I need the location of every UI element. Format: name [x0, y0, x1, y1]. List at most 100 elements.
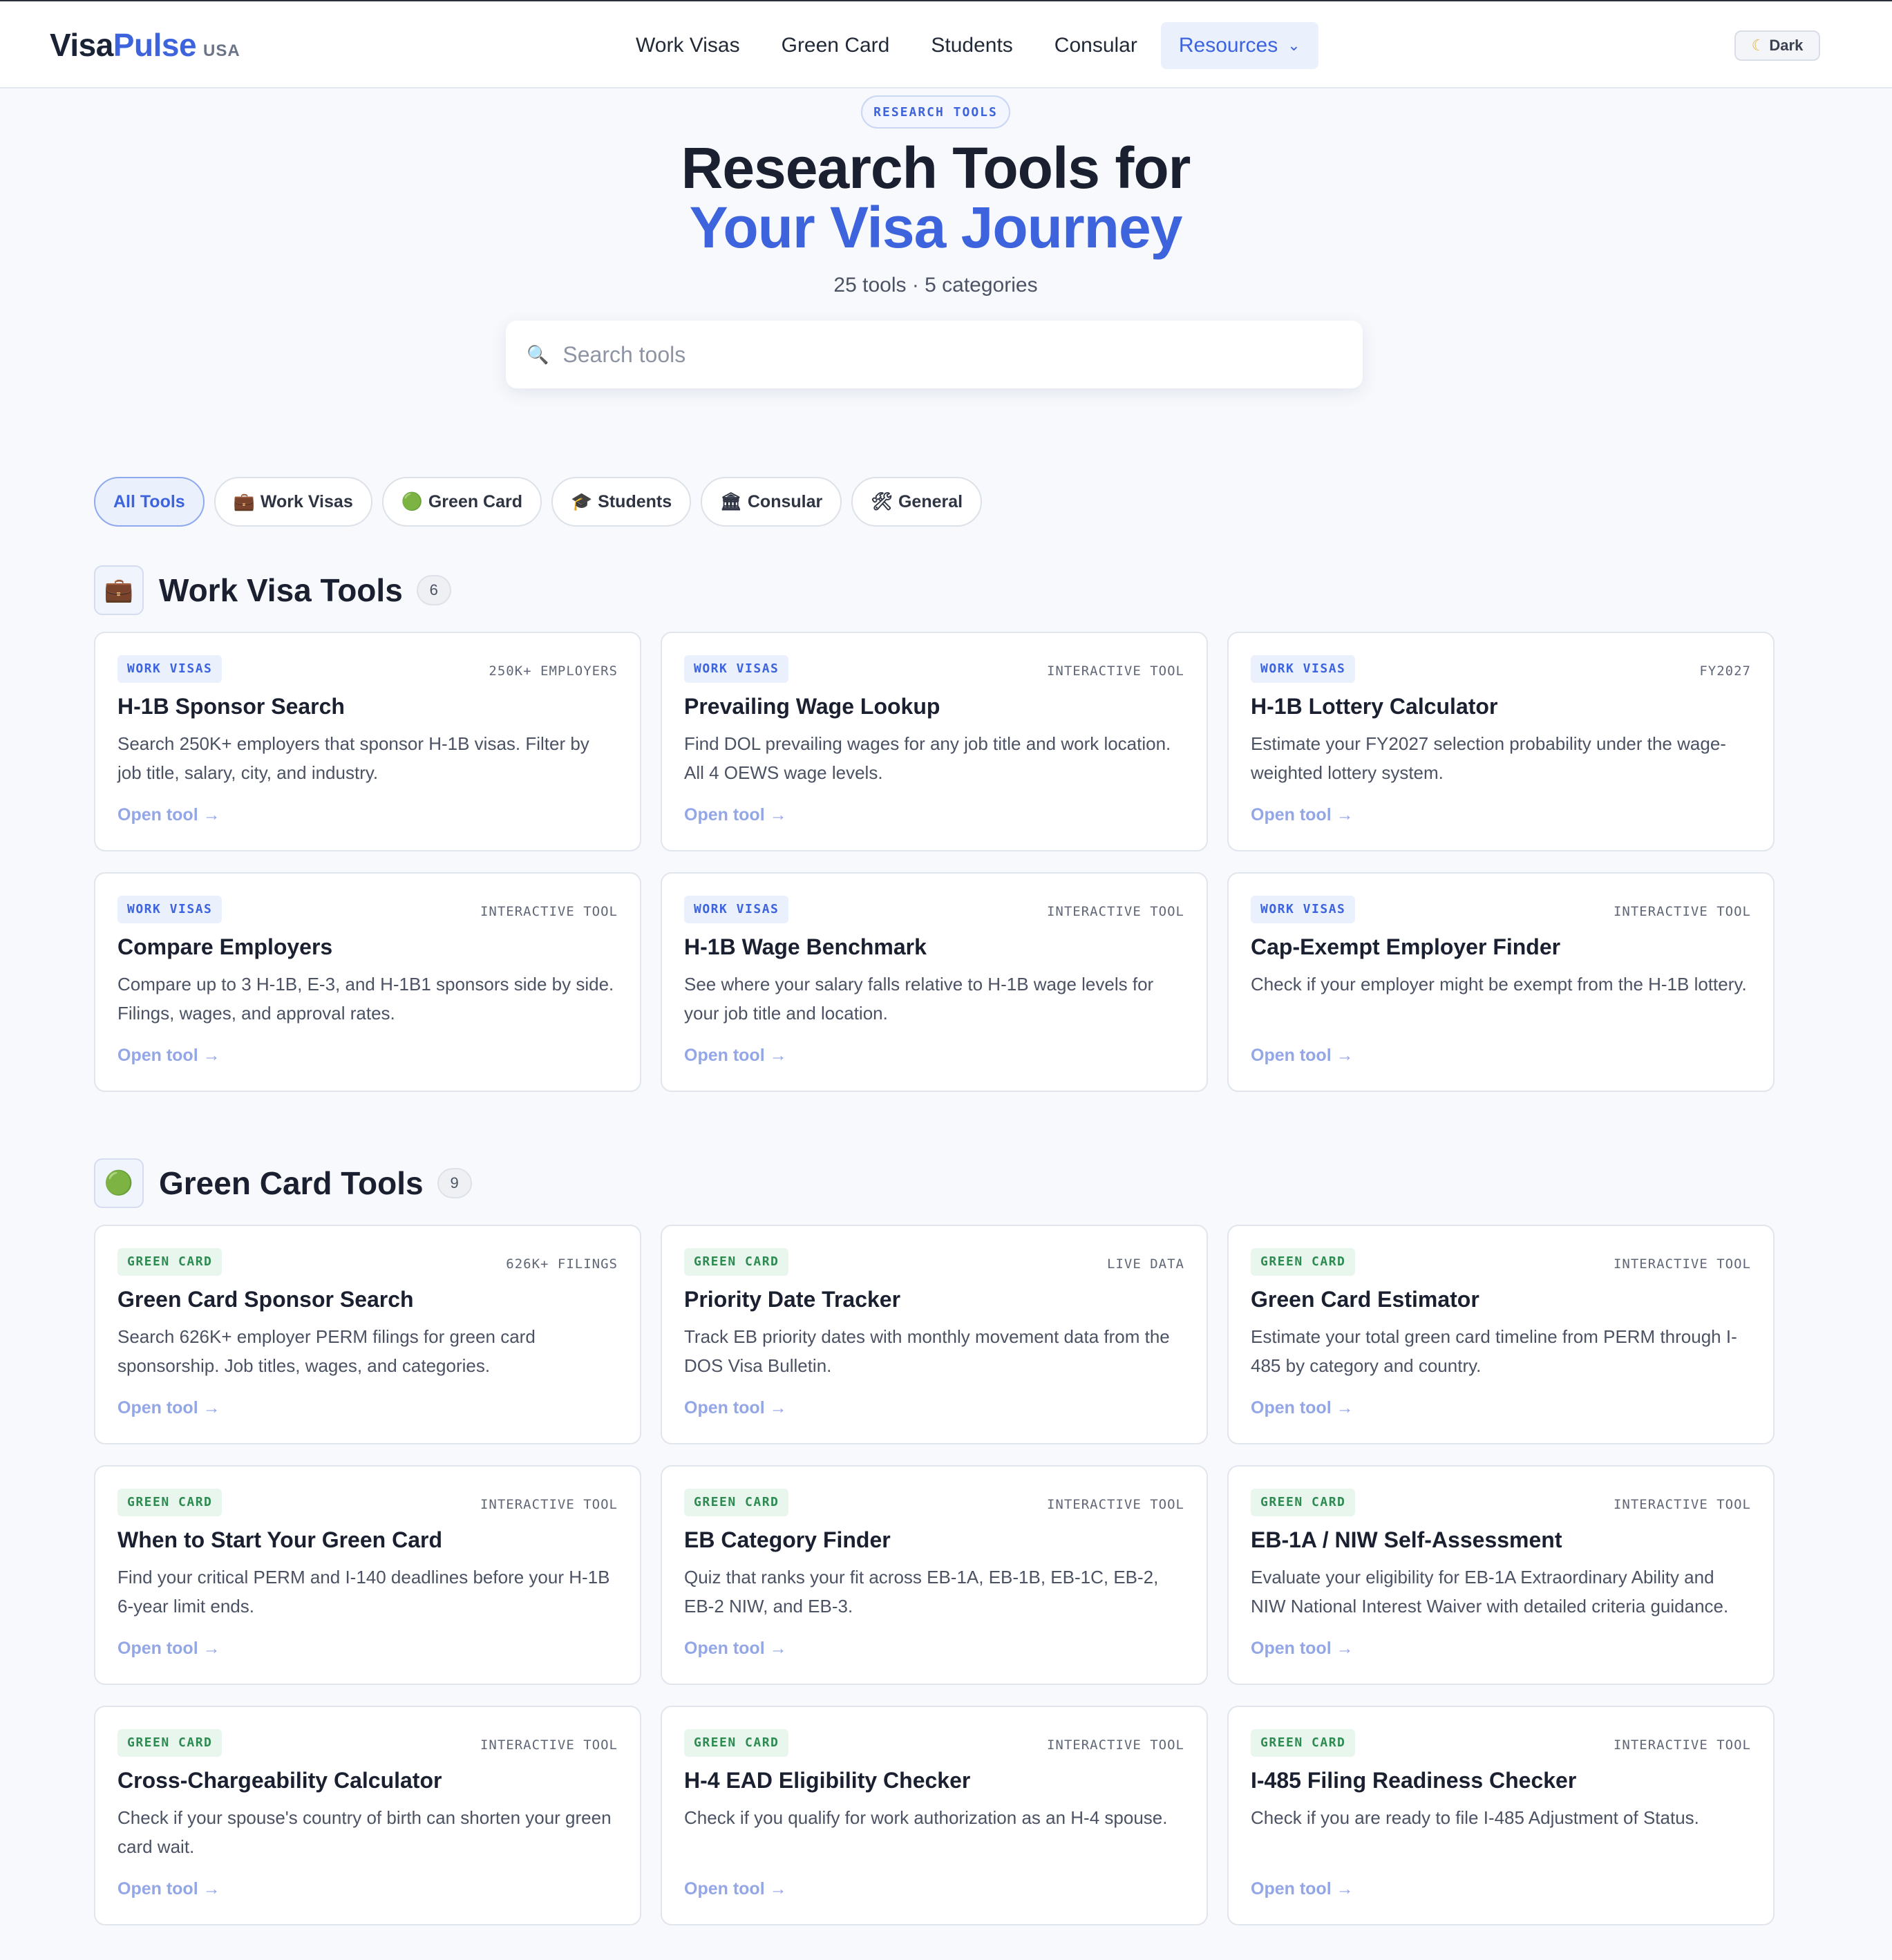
card-title: EB Category Finder: [684, 1527, 891, 1552]
dark-mode-toggle[interactable]: ☾ Dark: [1734, 30, 1820, 61]
card-title: Priority Date Tracker: [684, 1287, 901, 1312]
card-title: H-1B Sponsor Search: [117, 694, 345, 719]
card-meta: INTERACTIVE TOOL: [480, 1737, 618, 1753]
category-tag: GREEN CARD: [1251, 1489, 1356, 1516]
category-tag: GREEN CARD: [684, 1729, 789, 1757]
work-visa-tools-grid: WORK VISAS 250K+ EMPLOYERS H-1B Sponsor …: [94, 632, 1775, 1092]
tool-card[interactable]: GREEN CARD INTERACTIVE TOOL EB Category …: [661, 1465, 1208, 1685]
page-title-line2: Your Visa Journey: [689, 195, 1183, 260]
category-tag: GREEN CARD: [684, 1248, 789, 1276]
category-tag: GREEN CARD: [1251, 1729, 1356, 1757]
card-title: Green Card Estimator: [1251, 1287, 1479, 1312]
card-meta: INTERACTIVE TOOL: [1613, 1256, 1751, 1272]
tool-card[interactable]: WORK VISAS INTERACTIVE TOOL Cap-Exempt E…: [1227, 872, 1775, 1092]
green-card-tools-grid: GREEN CARD 626K+ FILINGS Green Card Spon…: [94, 1225, 1775, 1925]
card-meta: LIVE DATA: [1107, 1256, 1184, 1272]
card-title: Cap-Exempt Employer Finder: [1251, 934, 1561, 959]
section-title: Work Visa Tools: [159, 572, 403, 608]
tool-card[interactable]: WORK VISAS INTERACTIVE TOOL Prevailing W…: [661, 632, 1208, 851]
open-tool-link[interactable]: Open tool →: [117, 1046, 220, 1066]
filter-work-visas[interactable]: 💼 Work Visas: [214, 477, 372, 527]
category-tag: WORK VISAS: [684, 655, 789, 683]
nav-resources-label: Resources: [1178, 34, 1278, 57]
tool-card[interactable]: GREEN CARD INTERACTIVE TOOL Cross-Charge…: [94, 1706, 641, 1925]
card-description: Compare up to 3 H-1B, E-3, and H-1B1 spo…: [117, 974, 614, 1024]
card-description: Check if you qualify for work authorizat…: [684, 1807, 1168, 1828]
category-tag: GREEN CARD: [117, 1729, 223, 1757]
card-meta: INTERACTIVE TOOL: [1613, 1497, 1751, 1512]
tool-card[interactable]: WORK VISAS 250K+ EMPLOYERS H-1B Sponsor …: [94, 632, 641, 851]
search-input[interactable]: [562, 341, 1323, 368]
nav-consular[interactable]: Consular: [1054, 22, 1137, 69]
open-tool-link[interactable]: Open tool →: [1251, 1879, 1354, 1899]
nav-students[interactable]: Students: [931, 22, 1012, 69]
open-tool-link[interactable]: Open tool →: [117, 1398, 220, 1418]
open-tool-link[interactable]: Open tool →: [1251, 1639, 1354, 1659]
card-title: H-1B Lottery Calculator: [1251, 694, 1498, 719]
card-meta: INTERACTIVE TOOL: [1046, 1737, 1184, 1753]
nav-resources-dropdown[interactable]: Resources ⌄: [1160, 22, 1318, 69]
open-tool-link[interactable]: Open tool →: [684, 1639, 787, 1659]
section-count-badge: 9: [437, 1168, 472, 1198]
filter-label: Green Card: [428, 491, 523, 511]
filter-label: General: [898, 491, 963, 511]
filter-label: Work Visas: [260, 491, 353, 511]
category-tag: WORK VISAS: [117, 655, 223, 683]
card-meta: INTERACTIVE TOOL: [1046, 904, 1184, 919]
nav-green-card[interactable]: Green Card: [782, 22, 890, 69]
green-circle-icon: 🟢: [401, 491, 423, 511]
open-tool-link[interactable]: Open tool →: [1251, 1046, 1354, 1066]
filter-students[interactable]: 🎓 Students: [551, 477, 692, 527]
category-tag: WORK VISAS: [1251, 896, 1356, 923]
open-tool-link[interactable]: Open tool →: [684, 805, 787, 825]
open-tool-link[interactable]: Open tool →: [684, 1398, 787, 1418]
card-description: Search 250K+ employers that sponsor H-1B…: [117, 733, 589, 783]
page-title-line1: Research Tools for: [681, 135, 1191, 200]
tool-card[interactable]: GREEN CARD INTERACTIVE TOOL EB-1A / NIW …: [1227, 1465, 1775, 1685]
filter-general[interactable]: 🛠 General: [851, 477, 983, 527]
open-tool-link[interactable]: Open tool →: [117, 1879, 220, 1899]
card-meta: FY2027: [1699, 663, 1751, 679]
open-tool-link[interactable]: Open tool →: [1251, 1398, 1354, 1418]
open-tool-link[interactable]: Open tool →: [684, 1879, 787, 1899]
card-description: Find your critical PERM and I-140 deadli…: [117, 1567, 610, 1617]
hero-pill: RESEARCH TOOLS: [861, 95, 1010, 129]
card-description: Quiz that ranks your fit across EB-1A, E…: [684, 1567, 1159, 1617]
open-tool-link[interactable]: Open tool →: [1251, 805, 1354, 825]
tool-card[interactable]: GREEN CARD INTERACTIVE TOOL I-485 Filing…: [1227, 1706, 1775, 1925]
moon-icon: ☾: [1751, 37, 1766, 54]
card-description: Check if your employer might be exempt f…: [1251, 974, 1747, 995]
tool-card[interactable]: GREEN CARD INTERACTIVE TOOL Green Card E…: [1227, 1225, 1775, 1444]
card-title: H-1B Wage Benchmark: [684, 934, 927, 959]
hero-subtitle: 25 tools · 5 categories: [833, 274, 1038, 296]
card-meta: INTERACTIVE TOOL: [1613, 1737, 1751, 1753]
tool-card[interactable]: GREEN CARD 626K+ FILINGS Green Card Spon…: [94, 1225, 641, 1444]
card-description: Check if you are ready to file I-485 Adj…: [1251, 1807, 1699, 1828]
category-tag: WORK VISAS: [1251, 655, 1356, 683]
site-header: VisaPulse USA Work Visas Green Card Stude…: [0, 1, 1892, 88]
nav-work-visas[interactable]: Work Visas: [636, 22, 740, 69]
card-meta: INTERACTIVE TOOL: [1613, 904, 1751, 919]
tool-card[interactable]: WORK VISAS INTERACTIVE TOOL H-1B Wage Be…: [661, 872, 1208, 1092]
tool-card[interactable]: WORK VISAS FY2027 H-1B Lottery Calculato…: [1227, 632, 1775, 851]
tool-card[interactable]: WORK VISAS INTERACTIVE TOOL Compare Empl…: [94, 872, 641, 1092]
card-title: EB-1A / NIW Self-Assessment: [1251, 1527, 1562, 1552]
filter-green-card[interactable]: 🟢 Green Card: [381, 477, 542, 527]
open-tool-link[interactable]: Open tool →: [684, 1046, 787, 1066]
site-logo[interactable]: VisaPulse USA: [50, 26, 240, 64]
filter-all-tools[interactable]: All Tools: [94, 477, 205, 527]
card-meta: 626K+ FILINGS: [506, 1256, 618, 1272]
card-description: Estimate your FY2027 selection probabili…: [1251, 733, 1726, 783]
card-description: Track EB priority dates with monthly mov…: [684, 1326, 1170, 1376]
open-tool-link[interactable]: Open tool →: [117, 1639, 220, 1659]
card-description: Estimate your total green card timeline …: [1251, 1326, 1737, 1376]
tool-card[interactable]: GREEN CARD INTERACTIVE TOOL H-4 EAD Elig…: [661, 1706, 1208, 1925]
open-tool-link[interactable]: Open tool →: [117, 805, 220, 825]
card-meta: INTERACTIVE TOOL: [1046, 1497, 1184, 1512]
category-filters: All Tools 💼 Work Visas 🟢 Green Card 🎓 St…: [94, 477, 992, 527]
tool-card[interactable]: GREEN CARD INTERACTIVE TOOL When to Star…: [94, 1465, 641, 1685]
tool-card[interactable]: GREEN CARD LIVE DATA Priority Date Track…: [661, 1225, 1208, 1444]
filter-consular[interactable]: 🏛 Consular: [701, 477, 842, 527]
category-tag: WORK VISAS: [117, 896, 223, 923]
page-title: Research Tools for Your Visa Journey: [0, 138, 1871, 257]
